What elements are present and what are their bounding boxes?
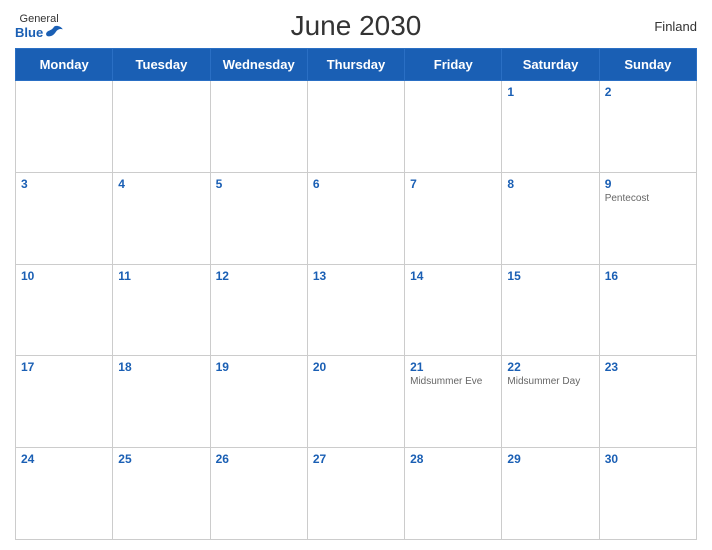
week-row-5: 24 25 26 27 28 29 30: [16, 448, 697, 540]
calendar-cell: 3: [16, 172, 113, 264]
calendar-cell: [307, 81, 404, 173]
day-number: 22: [507, 360, 593, 374]
calendar-cell: 22 Midsummer Day: [502, 356, 599, 448]
calendar-cell: 6: [307, 172, 404, 264]
day-number: 18: [118, 360, 204, 374]
day-number: 9: [605, 177, 691, 191]
calendar-cell: 7: [405, 172, 502, 264]
day-number: 28: [410, 452, 496, 466]
calendar-table: MondayTuesdayWednesdayThursdayFridaySatu…: [15, 48, 697, 540]
calendar-cell: 18: [113, 356, 210, 448]
calendar-cell: 15: [502, 264, 599, 356]
calendar-cell: 28: [405, 448, 502, 540]
calendar-cell: 4: [113, 172, 210, 264]
day-number: 27: [313, 452, 399, 466]
calendar-cell: 10: [16, 264, 113, 356]
calendar-cell: 9 Pentecost: [599, 172, 696, 264]
logo-general-text: General: [20, 13, 59, 25]
day-number: 23: [605, 360, 691, 374]
calendar-cell: 8: [502, 172, 599, 264]
calendar-cell: 19: [210, 356, 307, 448]
calendar-cell: 2: [599, 81, 696, 173]
calendar-cell: 25: [113, 448, 210, 540]
day-number: 7: [410, 177, 496, 191]
calendar-cell: 16: [599, 264, 696, 356]
day-number: 17: [21, 360, 107, 374]
holiday-label: Pentecost: [605, 193, 691, 204]
day-number: 8: [507, 177, 593, 191]
calendar-cell: 24: [16, 448, 113, 540]
logo: General Blue: [15, 13, 63, 40]
logo-bird-icon: [45, 25, 63, 39]
day-number: 26: [216, 452, 302, 466]
calendar-cell: [405, 81, 502, 173]
day-number: 4: [118, 177, 204, 191]
calendar-cell: [16, 81, 113, 173]
day-number: 30: [605, 452, 691, 466]
week-row-1: 12: [16, 81, 697, 173]
calendar-cell: [113, 81, 210, 173]
day-number: 6: [313, 177, 399, 191]
calendar-cell: 11: [113, 264, 210, 356]
day-number: 19: [216, 360, 302, 374]
weekday-header-friday: Friday: [405, 49, 502, 81]
page-title: June 2030: [291, 10, 422, 42]
day-number: 21: [410, 360, 496, 374]
weekday-header-wednesday: Wednesday: [210, 49, 307, 81]
weekday-header-saturday: Saturday: [502, 49, 599, 81]
day-number: 12: [216, 269, 302, 283]
weekday-header-thursday: Thursday: [307, 49, 404, 81]
day-number: 25: [118, 452, 204, 466]
calendar-cell: 12: [210, 264, 307, 356]
calendar-cell: 20: [307, 356, 404, 448]
calendar-cell: 17: [16, 356, 113, 448]
day-number: 3: [21, 177, 107, 191]
calendar-cell: 29: [502, 448, 599, 540]
day-number: 24: [21, 452, 107, 466]
week-row-2: 3456789 Pentecost: [16, 172, 697, 264]
calendar-cell: 14: [405, 264, 502, 356]
calendar-header: General Blue June 2030 Finland: [15, 10, 697, 42]
calendar-cell: 5: [210, 172, 307, 264]
calendar-cell: 21 Midsummer Eve: [405, 356, 502, 448]
day-number: 16: [605, 269, 691, 283]
day-number: 15: [507, 269, 593, 283]
day-number: 11: [118, 269, 204, 283]
day-number: 14: [410, 269, 496, 283]
holiday-label: Midsummer Day: [507, 376, 593, 387]
week-row-4: 17 18 19 20 21 Midsummer Eve 22 Midsummer Day 23: [16, 356, 697, 448]
day-number: 29: [507, 452, 593, 466]
weekday-header-sunday: Sunday: [599, 49, 696, 81]
logo-blue-text: Blue: [15, 25, 63, 40]
day-number: 13: [313, 269, 399, 283]
weekday-header-tuesday: Tuesday: [113, 49, 210, 81]
weekday-header-row: MondayTuesdayWednesdayThursdayFridaySatu…: [16, 49, 697, 81]
day-number: 5: [216, 177, 302, 191]
day-number: 20: [313, 360, 399, 374]
calendar-cell: [210, 81, 307, 173]
calendar-cell: 30: [599, 448, 696, 540]
calendar-cell: 1: [502, 81, 599, 173]
country-label: Finland: [654, 19, 697, 34]
day-number: 10: [21, 269, 107, 283]
calendar-cell: 27: [307, 448, 404, 540]
weekday-header-monday: Monday: [16, 49, 113, 81]
calendar-cell: 26: [210, 448, 307, 540]
week-row-3: 10 11 12 13 14 15 16: [16, 264, 697, 356]
calendar-cell: 13: [307, 264, 404, 356]
calendar-cell: 23: [599, 356, 696, 448]
holiday-label: Midsummer Eve: [410, 376, 496, 387]
day-number: 1: [507, 85, 593, 99]
day-number: 2: [605, 85, 691, 99]
